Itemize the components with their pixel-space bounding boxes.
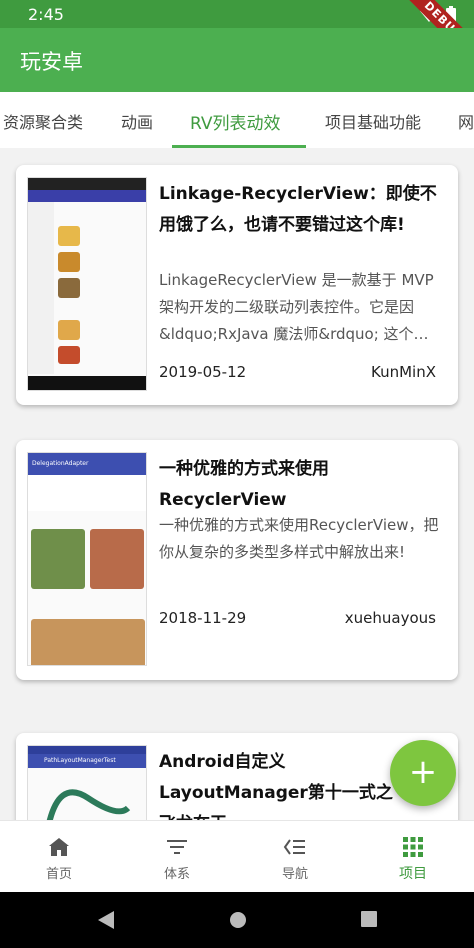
article-title: Android自定义LayoutManager第十一式之飞龙在天PathLayo…	[159, 752, 393, 820]
navigation-list-icon	[283, 839, 305, 855]
nav-item-system[interactable]: 体系	[118, 821, 236, 893]
bottom-navigation: 首页 体系 导航 项目	[0, 820, 474, 892]
app-bar: 玩安卓	[0, 28, 474, 92]
article-list[interactable]: Linkage-RecyclerView：即使不用饿了么，也请不要错过这个库! …	[0, 148, 474, 820]
article-author: xuehuayous	[344, 609, 436, 627]
article-card[interactable]: DelegationAdapter 一种优雅的方式来使用RecyclerView…	[16, 440, 458, 680]
tab-animation[interactable]: 动画	[121, 109, 153, 133]
article-thumbnail[interactable]: PathLayoutManagerTest	[27, 745, 147, 820]
tab-basic-features[interactable]: 项目基础功能	[325, 109, 421, 133]
article-title: Linkage-RecyclerView：即使不用饿了么，也请不要错过这个库!	[159, 184, 437, 235]
article-title: 一种优雅的方式来使用RecyclerView	[159, 459, 329, 510]
article-date: 2019-05-12	[159, 363, 247, 381]
nav-label: 首页	[45, 867, 72, 882]
back-icon[interactable]	[96, 910, 116, 930]
nav-label: 体系	[163, 867, 190, 882]
system-navigation-bar	[0, 892, 474, 948]
article-thumbnail[interactable]: DelegationAdapter	[27, 452, 147, 666]
path-illustration	[46, 789, 131, 820]
home-button-icon[interactable]	[228, 910, 248, 930]
filter-list-icon	[167, 840, 187, 854]
nav-item-project[interactable]: 项目	[354, 821, 472, 893]
article-date: 2018-11-29	[159, 609, 247, 627]
thumbnail-header: DelegationAdapter	[28, 453, 146, 475]
tab-bar: 资源聚合类 动画 RV列表动效 项目基础功能 网	[0, 92, 474, 148]
thumbnail-header: PathLayoutManagerTest	[28, 754, 146, 768]
tab-rv-animation[interactable]: RV列表动效	[190, 109, 281, 134]
nav-item-home[interactable]: 首页	[0, 821, 118, 893]
app-title: 玩安卓	[20, 50, 83, 74]
status-bar: 2:45 DEBUG	[0, 0, 474, 74]
article-description: LinkageRecyclerView 是一款基于 MVP 架构开发的二级联动列…	[159, 271, 434, 343]
nav-label: 导航	[281, 867, 308, 882]
add-button[interactable]: +	[390, 740, 456, 806]
recents-icon[interactable]	[360, 910, 378, 928]
article-thumbnail[interactable]	[27, 177, 147, 391]
nav-label: 项目	[399, 866, 427, 882]
article-author: KunMinX	[371, 363, 436, 381]
tab-resource[interactable]: 资源聚合类	[3, 109, 83, 133]
tab-next[interactable]: 网	[458, 109, 474, 133]
status-time: 2:45	[28, 5, 64, 24]
nav-item-navigation[interactable]: 导航	[236, 821, 354, 893]
home-icon	[49, 838, 69, 856]
grid-icon	[403, 837, 423, 857]
article-card[interactable]: Linkage-RecyclerView：即使不用饿了么，也请不要错过这个库! …	[16, 165, 458, 405]
article-description: 一种优雅的方式来使用RecyclerView，把你从复杂的多类型多样式中解放出来…	[159, 516, 439, 561]
